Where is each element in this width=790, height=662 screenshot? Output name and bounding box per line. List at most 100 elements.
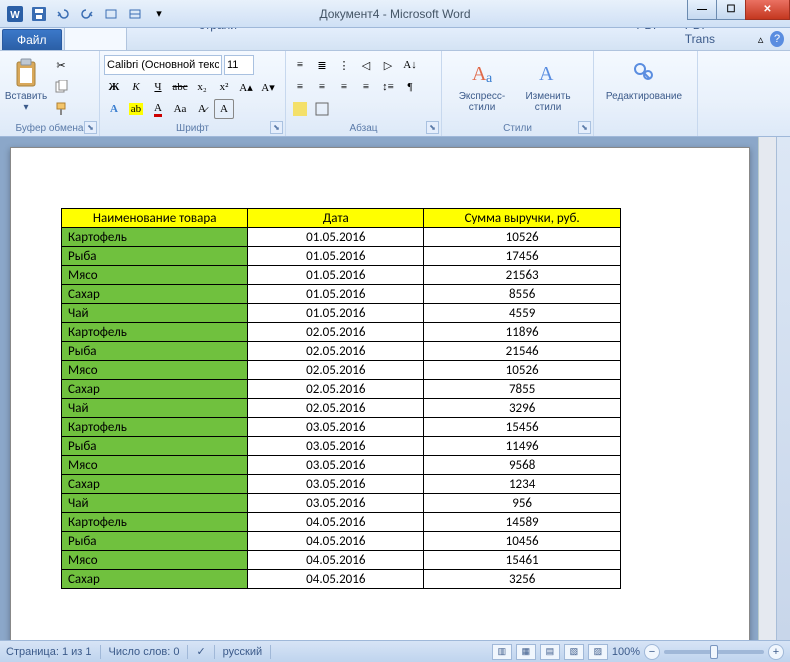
qat-icon-6[interactable] xyxy=(124,3,146,25)
table-row[interactable]: Рыба04.05.201610456 xyxy=(62,532,621,551)
close-button[interactable]: ✕ xyxy=(745,0,790,20)
table-cell[interactable]: 03.05.2016 xyxy=(248,418,424,437)
borders-icon[interactable] xyxy=(312,99,332,119)
table-cell[interactable]: 02.05.2016 xyxy=(248,361,424,380)
table-cell[interactable]: Чай xyxy=(62,399,248,418)
line-spacing-icon[interactable]: ↕≡ xyxy=(378,77,398,97)
table-cell[interactable]: 03.05.2016 xyxy=(248,494,424,513)
table-cell[interactable]: 21546 xyxy=(424,342,621,361)
view-draft-icon[interactable]: ▨ xyxy=(588,644,608,660)
clipboard-launcher[interactable]: ⬊ xyxy=(84,121,97,134)
view-web-icon[interactable]: ▤ xyxy=(540,644,560,660)
table-cell[interactable]: 03.05.2016 xyxy=(248,456,424,475)
table-cell[interactable]: 9568 xyxy=(424,456,621,475)
table-row[interactable]: Картофель04.05.201614589 xyxy=(62,513,621,532)
table-row[interactable]: Рыба01.05.201617456 xyxy=(62,247,621,266)
table-row[interactable]: Картофель01.05.201610526 xyxy=(62,228,621,247)
show-marks-icon[interactable]: ¶ xyxy=(400,77,420,97)
table-row[interactable]: Сахар02.05.20167855 xyxy=(62,380,621,399)
table-cell[interactable]: 10526 xyxy=(424,361,621,380)
table-cell[interactable]: 11496 xyxy=(424,437,621,456)
align-left-icon[interactable]: ≡ xyxy=(290,77,310,97)
italic-icon[interactable]: К xyxy=(126,77,146,97)
table-cell[interactable]: Картофель xyxy=(62,323,248,342)
word-count[interactable]: Число слов: 0 xyxy=(109,646,180,658)
file-tab[interactable]: Файл xyxy=(2,29,62,50)
table-cell[interactable]: 17456 xyxy=(424,247,621,266)
table-cell[interactable]: 01.05.2016 xyxy=(248,285,424,304)
align-center-icon[interactable]: ≡ xyxy=(312,77,332,97)
font-color-icon[interactable]: A xyxy=(148,99,168,119)
table-cell[interactable]: 15456 xyxy=(424,418,621,437)
zoom-in-button[interactable]: + xyxy=(768,644,784,660)
table-row[interactable]: Чай01.05.20164559 xyxy=(62,304,621,323)
view-outline-icon[interactable]: ▧ xyxy=(564,644,584,660)
table-cell[interactable]: 01.05.2016 xyxy=(248,228,424,247)
table-cell[interactable]: Рыба xyxy=(62,342,248,361)
table-row[interactable]: Картофель02.05.201611896 xyxy=(62,323,621,342)
table-cell[interactable]: Картофель xyxy=(62,228,248,247)
increase-indent-icon[interactable]: ▷ xyxy=(378,55,398,75)
undo-icon[interactable] xyxy=(52,3,74,25)
zoom-slider[interactable] xyxy=(664,650,764,654)
shrink-font-icon[interactable]: A▾ xyxy=(258,77,278,97)
table-cell[interactable]: Рыба xyxy=(62,532,248,551)
spellcheck-icon[interactable]: ✓ xyxy=(196,645,205,658)
language-status[interactable]: русский xyxy=(223,646,262,658)
table-cell[interactable]: 4559 xyxy=(424,304,621,323)
table-row[interactable]: Мясо04.05.201615461 xyxy=(62,551,621,570)
table-cell[interactable]: Сахар xyxy=(62,380,248,399)
strike-icon[interactable]: abc xyxy=(170,77,190,97)
change-styles-button[interactable]: A Изменить стили xyxy=(521,55,575,115)
table-cell[interactable]: 01.05.2016 xyxy=(248,247,424,266)
zoom-out-button[interactable]: − xyxy=(644,644,660,660)
table-cell[interactable]: 10456 xyxy=(424,532,621,551)
font-family-select[interactable] xyxy=(104,55,222,75)
font-launcher[interactable]: ⬊ xyxy=(270,121,283,134)
vertical-scrollbar[interactable] xyxy=(758,137,776,640)
font-size-select[interactable] xyxy=(224,55,254,75)
numbering-icon[interactable]: ≣ xyxy=(312,55,332,75)
decrease-indent-icon[interactable]: ◁ xyxy=(356,55,376,75)
editing-button[interactable]: Редактирование xyxy=(598,55,690,104)
bullets-icon[interactable]: ≡ xyxy=(290,55,310,75)
qat-icon-5[interactable] xyxy=(100,3,122,25)
justify-icon[interactable]: ≡ xyxy=(356,77,376,97)
table-cell[interactable]: 1234 xyxy=(424,475,621,494)
qat-dropdown-icon[interactable]: ▾ xyxy=(148,3,170,25)
table-cell[interactable]: Сахар xyxy=(62,475,248,494)
underline-icon[interactable]: Ч xyxy=(148,77,168,97)
table-row[interactable]: Рыба03.05.201611496 xyxy=(62,437,621,456)
table-row[interactable]: Чай03.05.2016956 xyxy=(62,494,621,513)
table-cell[interactable]: Картофель xyxy=(62,513,248,532)
table-cell[interactable]: 01.05.2016 xyxy=(248,304,424,323)
table-cell[interactable]: 02.05.2016 xyxy=(248,399,424,418)
table-cell[interactable]: Чай xyxy=(62,494,248,513)
table-cell[interactable]: 8556 xyxy=(424,285,621,304)
maximize-button[interactable]: ☐ xyxy=(716,0,746,20)
table-cell[interactable]: 15461 xyxy=(424,551,621,570)
minimize-ribbon-icon[interactable]: ▵ xyxy=(751,28,770,50)
text-effects-icon[interactable]: A xyxy=(104,99,124,119)
view-print-layout-icon[interactable]: ▥ xyxy=(492,644,512,660)
table-cell[interactable]: 04.05.2016 xyxy=(248,532,424,551)
sort-icon[interactable]: A↓ xyxy=(400,55,420,75)
copy-icon[interactable] xyxy=(51,77,71,97)
grow-font-icon[interactable]: A▴ xyxy=(236,77,256,97)
paragraph-launcher[interactable]: ⬊ xyxy=(426,121,439,134)
table-cell[interactable]: 04.05.2016 xyxy=(248,551,424,570)
subscript-icon[interactable]: x₂ xyxy=(192,77,212,97)
table-row[interactable]: Мясо01.05.201621563 xyxy=(62,266,621,285)
word-icon[interactable]: W xyxy=(4,3,26,25)
superscript-icon[interactable]: x² xyxy=(214,77,234,97)
table-cell[interactable]: Сахар xyxy=(62,285,248,304)
align-right-icon[interactable]: ≡ xyxy=(334,77,354,97)
table-cell[interactable]: 3296 xyxy=(424,399,621,418)
table-row[interactable]: Сахар03.05.20161234 xyxy=(62,475,621,494)
table-cell[interactable]: 14589 xyxy=(424,513,621,532)
quick-styles-button[interactable]: Aa Экспресс-стили xyxy=(446,55,518,115)
multilevel-icon[interactable]: ⋮ xyxy=(334,55,354,75)
zoom-level[interactable]: 100% xyxy=(612,646,640,658)
data-table[interactable]: Наименование товараДатаСумма выручки, ру… xyxy=(61,208,621,589)
table-cell[interactable]: 03.05.2016 xyxy=(248,437,424,456)
